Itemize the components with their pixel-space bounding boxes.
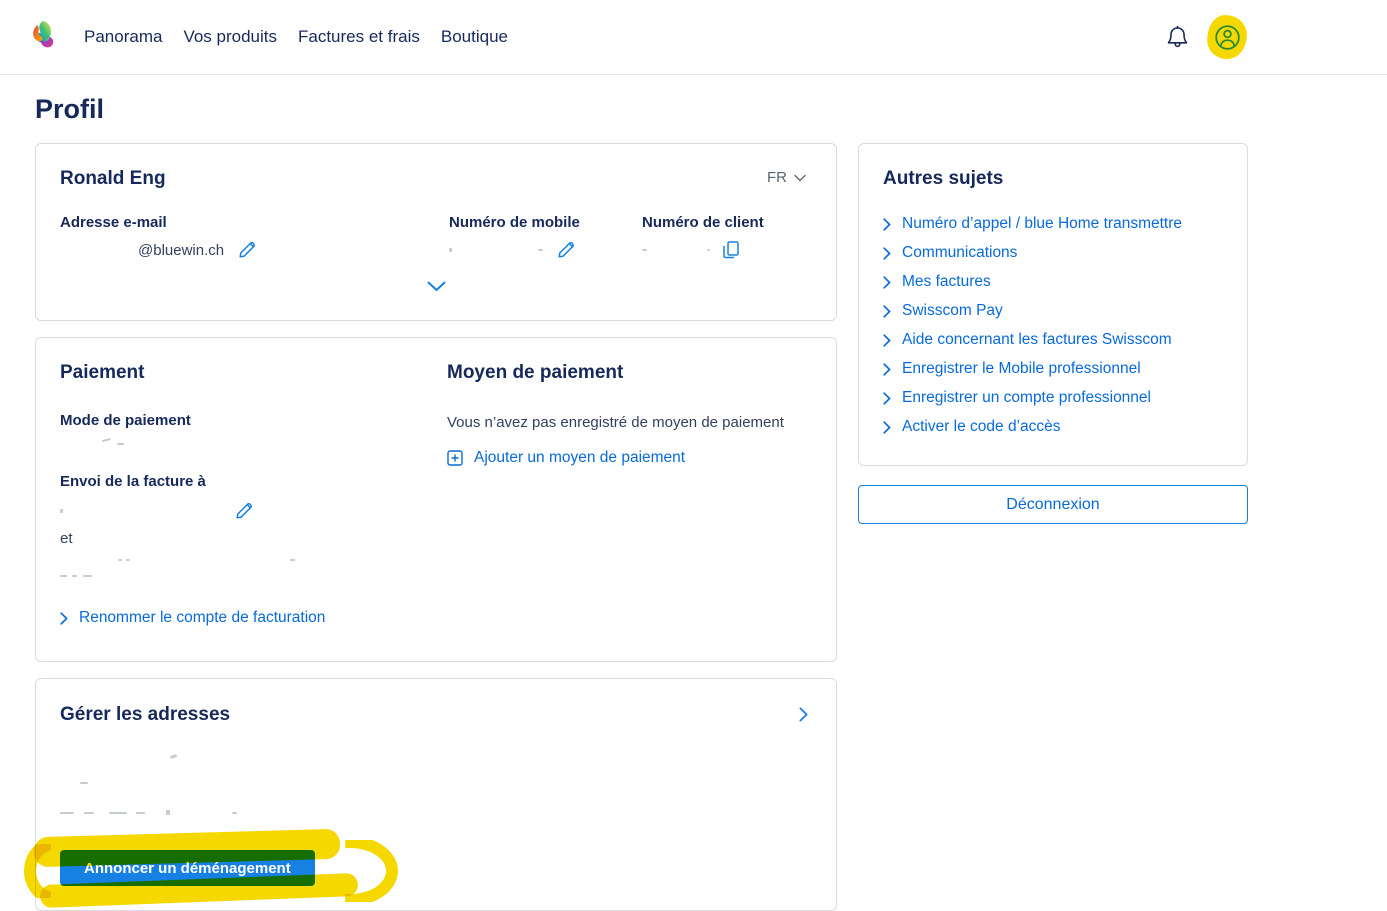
chevron-down-icon bbox=[794, 174, 806, 181]
redacted-second-recipient-line2 bbox=[60, 565, 447, 587]
profile-card: Ronald Eng FR Adresse e-mail @bluewin.ch bbox=[35, 143, 837, 321]
topic-label: Enregistrer le Mobile professionnel bbox=[902, 360, 1141, 377]
redacted-mark bbox=[538, 249, 543, 251]
chevron-right-icon bbox=[883, 304, 891, 318]
topic-label: Mes factures bbox=[902, 273, 991, 290]
copy-client-number-icon[interactable] bbox=[718, 236, 744, 264]
topic-link-swisscom-pay[interactable]: Swisscom Pay bbox=[883, 303, 1223, 319]
and-label: et bbox=[60, 530, 73, 547]
language-selector[interactable]: FR bbox=[761, 168, 812, 187]
redacted-address bbox=[60, 748, 812, 822]
topic-link-mobile-professionnel[interactable]: Enregistrer le Mobile professionnel bbox=[883, 361, 1223, 377]
expand-profile-chevron-down[interactable] bbox=[423, 277, 450, 296]
addresses-title: Gérer les adresses bbox=[60, 703, 231, 725]
addresses-chevron-right[interactable] bbox=[795, 703, 812, 726]
mobile-field: Numéro de mobile bbox=[449, 214, 642, 261]
payment-method-empty-text: Vous n’avez pas enregistré de moyen de p… bbox=[447, 414, 784, 431]
main-content: Profil Ronald Eng FR Adresse e-mail @blu… bbox=[0, 94, 1387, 911]
chevron-right-icon bbox=[883, 420, 891, 434]
edit-invoice-recipient-pencil-icon[interactable] bbox=[231, 498, 257, 524]
topic-link-aide-factures[interactable]: Aide concernant les factures Swisscom bbox=[883, 332, 1223, 348]
nav-item-boutique[interactable]: Boutique bbox=[441, 23, 508, 51]
swisscom-logo bbox=[28, 18, 60, 56]
chevron-right-icon bbox=[883, 362, 891, 376]
language-value: FR bbox=[767, 169, 787, 186]
main-nav: Panorama Vos produits Factures et frais … bbox=[84, 23, 508, 51]
profile-icon bbox=[1214, 24, 1240, 50]
other-topics-card: Autres sujets Numéro d’appel / blue Home… bbox=[858, 143, 1248, 466]
other-topics-title: Autres sujets bbox=[883, 168, 1004, 189]
email-field: Adresse e-mail @bluewin.ch bbox=[60, 214, 449, 261]
topic-link-communications[interactable]: Communications bbox=[883, 245, 1223, 261]
chevron-right-icon bbox=[883, 217, 891, 231]
payment-method-title: Moyen de paiement bbox=[447, 362, 624, 383]
page-title: Profil bbox=[35, 94, 105, 124]
topic-link-code-acces[interactable]: Activer le code d’accès bbox=[883, 419, 1223, 435]
announce-move-button[interactable]: Annoncer un déménagement bbox=[60, 850, 315, 886]
redacted-mobile-value bbox=[449, 248, 452, 252]
nav-item-factures-et-frais[interactable]: Factures et frais bbox=[298, 23, 420, 51]
redacted-payment-mode bbox=[60, 429, 447, 451]
chevron-right-icon bbox=[60, 611, 68, 625]
redacted-client-value bbox=[642, 249, 647, 251]
profile-name: Ronald Eng bbox=[60, 168, 166, 189]
yellow-marker-cap-right bbox=[345, 840, 398, 902]
topic-label: Activer le code d’accès bbox=[902, 418, 1061, 435]
email-label: Adresse e-mail bbox=[60, 214, 167, 231]
chevron-right-icon bbox=[883, 275, 891, 289]
chevron-right-icon bbox=[883, 246, 891, 260]
topic-link-compte-professionnel[interactable]: Enregistrer un compte professionnel bbox=[883, 390, 1223, 406]
payment-mode-label: Mode de paiement bbox=[60, 412, 191, 429]
topic-label: Numéro d’appel / blue Home transmettre bbox=[902, 215, 1182, 232]
client-number-field: Numéro de client bbox=[642, 214, 812, 261]
logout-button[interactable]: Déconnexion bbox=[858, 485, 1248, 524]
invoice-to-label: Envoi de la facture à bbox=[60, 473, 206, 490]
profile-account-button[interactable] bbox=[1205, 13, 1249, 61]
chevron-right-icon bbox=[883, 391, 891, 405]
email-value: @bluewin.ch bbox=[138, 241, 225, 259]
nav-item-panorama[interactable]: Panorama bbox=[84, 23, 162, 51]
chevron-right-icon bbox=[883, 333, 891, 347]
redacted-invoice-recipient bbox=[60, 500, 447, 522]
topic-link-mes-factures[interactable]: Mes factures bbox=[883, 274, 1223, 290]
client-number-label: Numéro de client bbox=[642, 214, 764, 231]
add-method-label: Ajouter un moyen de paiement bbox=[474, 449, 686, 466]
topic-label: Communications bbox=[902, 244, 1018, 261]
rename-billing-account-link[interactable]: Renommer le compte de facturation bbox=[60, 609, 447, 627]
addresses-card: Gérer les adresses Annoncer un déménagem… bbox=[24, 678, 837, 911]
plus-square-icon bbox=[447, 450, 463, 466]
edit-email-pencil-icon[interactable] bbox=[234, 237, 260, 263]
edit-mobile-pencil-icon[interactable] bbox=[553, 237, 579, 263]
mobile-label: Numéro de mobile bbox=[449, 214, 580, 231]
notifications-bell-icon[interactable] bbox=[1162, 21, 1193, 54]
rename-link-label: Renommer le compte de facturation bbox=[79, 609, 326, 626]
topic-label: Swisscom Pay bbox=[902, 302, 1003, 319]
topic-label: Enregistrer un compte professionnel bbox=[902, 389, 1151, 406]
nav-item-vos-produits[interactable]: Vos produits bbox=[183, 23, 277, 51]
topic-link-numero-appel[interactable]: Numéro d’appel / blue Home transmettre bbox=[883, 216, 1223, 232]
payment-title: Paiement bbox=[60, 362, 145, 383]
add-payment-method-link[interactable]: Ajouter un moyen de paiement bbox=[447, 449, 812, 467]
redacted-mark bbox=[707, 249, 710, 251]
topic-label: Aide concernant les factures Swisscom bbox=[902, 331, 1172, 348]
payment-card: Paiement Mode de paiement Envoi de la fa… bbox=[35, 337, 837, 662]
header-actions bbox=[1162, 13, 1357, 61]
topics-list: Numéro d’appel / blue Home transmettre C… bbox=[883, 216, 1223, 435]
top-navbar: Panorama Vos produits Factures et frais … bbox=[0, 0, 1387, 75]
